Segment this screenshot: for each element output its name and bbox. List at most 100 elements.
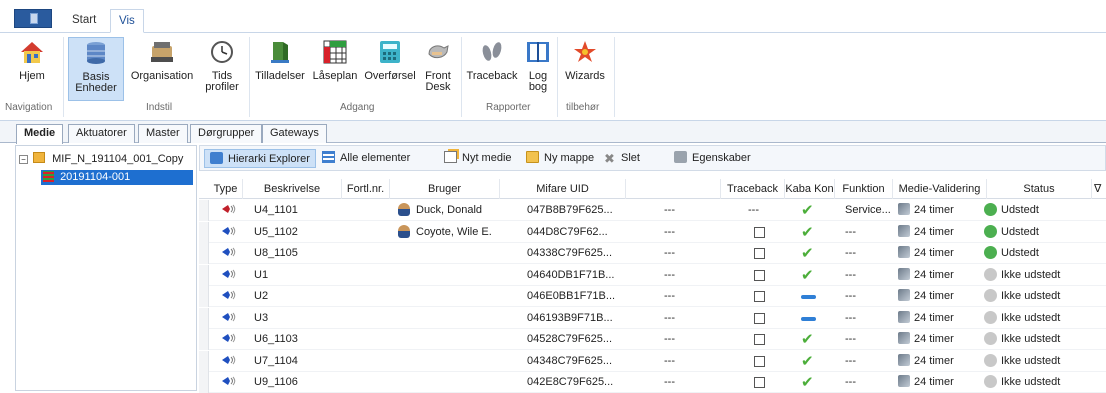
traceback-checkbox[interactable] xyxy=(754,312,765,324)
log-bog-button[interactable]: Log bog xyxy=(522,37,554,101)
tab-dorgrupper[interactable]: Dørgrupper xyxy=(190,124,263,143)
project-icon xyxy=(33,152,46,163)
tab-aktuatorer[interactable]: Aktuatorer xyxy=(68,124,135,143)
alle-elementer-button[interactable]: Alle elementer xyxy=(322,149,410,168)
cell-medie-validering: 24 timer xyxy=(898,265,986,286)
column-header-funktion[interactable]: Funktion xyxy=(835,179,893,199)
cell-bruger-label: Duck, Donald xyxy=(416,204,483,216)
overforsel-button[interactable]: Overførsel xyxy=(362,37,418,101)
row-header[interactable] xyxy=(199,264,209,286)
hierarchy-tree[interactable]: − MIF_N_191104_001_Copy 20191104-001 xyxy=(15,145,197,391)
tids-profiler-button[interactable]: Tids profiler xyxy=(199,37,245,101)
collapse-icon[interactable]: − xyxy=(19,155,28,164)
basis-enheder-button[interactable]: Basis Enheder xyxy=(68,37,124,101)
hourglass-icon xyxy=(898,353,910,366)
table-row[interactable]: U9_1106 042E8C79F625... --- ✔ --- 24 timer Ikk… xyxy=(199,372,1106,393)
tab-master[interactable]: Master xyxy=(138,124,188,143)
cell-traceback: --- xyxy=(748,204,759,216)
row-header[interactable] xyxy=(199,329,209,350)
traceback-checkbox[interactable] xyxy=(754,334,765,345)
folder-icon xyxy=(526,151,539,163)
table-row[interactable]: U7_1104 04348C79F625... --- ✔ --- 24 timer Ikk… xyxy=(199,350,1106,372)
traceback-checkbox[interactable] xyxy=(754,226,765,238)
cell-funktion: --- xyxy=(845,354,856,367)
traceback-checkbox[interactable] xyxy=(754,248,765,259)
egenskaber-button[interactable]: Egenskaber xyxy=(674,149,751,168)
tilladelser-label: Tilladelser xyxy=(255,70,305,82)
wizards-button[interactable]: Wizards xyxy=(560,37,610,101)
cell-beskrivelse: U4_1101 xyxy=(254,204,298,216)
column-header-mifare-uid[interactable]: Mifare UID xyxy=(500,179,626,199)
table-row[interactable]: U1 04640DB1F71B... --- ✔ --- 24 timer Ikke uds… xyxy=(199,264,1106,286)
traceback-checkbox[interactable] xyxy=(754,355,765,367)
column-header-beskrivelse[interactable]: Beskrivelse xyxy=(243,179,342,199)
tab-vis[interactable]: Vis xyxy=(110,9,144,33)
table-row[interactable]: U2 046E0BB1F71B... --- --- 24 timer Ikke udst… xyxy=(199,286,1106,307)
cell-bruger xyxy=(390,308,500,329)
tree-node-child[interactable]: 20191104-001 xyxy=(41,170,193,185)
row-header[interactable] xyxy=(199,372,209,393)
not-issued-badge-icon xyxy=(984,332,997,345)
row-header[interactable] xyxy=(199,200,209,221)
row-header[interactable] xyxy=(199,243,209,264)
column-header-kaba-kon[interactable]: Kaba Kon xyxy=(785,179,835,199)
hourglass-icon xyxy=(898,246,910,258)
front-desk-button[interactable]: Front Desk xyxy=(420,37,456,101)
check-icon: ✔ xyxy=(801,352,814,370)
media-type-icon xyxy=(221,372,243,393)
tab-gateways[interactable]: Gateways xyxy=(262,124,327,143)
group-separator xyxy=(63,37,64,117)
ribbon: Hjem Basis Enheder Organisation Tids pro… xyxy=(0,33,1106,121)
ny-mappe-label: Ny mappe xyxy=(544,152,595,164)
validering-label: 24 timer xyxy=(914,311,954,324)
validering-label: 24 timer xyxy=(914,204,954,216)
organisation-button[interactable]: Organisation xyxy=(127,37,197,101)
traceback-checkbox[interactable] xyxy=(754,269,765,281)
traceback-checkbox[interactable] xyxy=(754,291,765,302)
row-header[interactable] xyxy=(199,307,209,329)
entity-tab-strip: Medie Aktuatorer Master Dørgrupper Gatew… xyxy=(0,121,1106,144)
slet-button[interactable]: ✖ Slet xyxy=(603,149,640,168)
table-row[interactable]: U5_1102 Coyote, Wile E. 044D8C79F62... --- ✔… xyxy=(199,221,1106,243)
explorer-icon xyxy=(210,152,223,164)
media-type-icon xyxy=(221,200,243,221)
row-header[interactable] xyxy=(199,221,209,243)
column-header-fortlnr[interactable]: Fortl.nr. xyxy=(342,179,390,199)
nyt-medie-button[interactable]: Nyt medie xyxy=(444,149,512,168)
column-header-traceback[interactable]: Traceback xyxy=(721,179,785,199)
traceback-button[interactable]: Traceback xyxy=(464,37,520,101)
tab-medie[interactable]: Medie xyxy=(16,124,64,144)
column-header-type[interactable]: Type xyxy=(209,179,243,199)
table-row[interactable]: U3 046193B9F71B... --- --- 24 timer Ikke udst… xyxy=(199,307,1106,329)
column-header-bruger[interactable]: Bruger xyxy=(390,179,500,199)
filter-icon[interactable]: ∇ xyxy=(1094,182,1101,195)
cell-status: Ikke udstedt xyxy=(984,265,1094,286)
column-header-blank[interactable] xyxy=(626,179,721,199)
not-issued-badge-icon xyxy=(984,375,997,388)
row-header[interactable] xyxy=(199,350,209,372)
cell-medie-validering: 24 timer xyxy=(898,243,986,264)
application-menu-button[interactable] xyxy=(14,9,52,28)
hjem-button[interactable]: Hjem xyxy=(6,37,58,101)
table-row[interactable]: U4_1101 Duck, Donald 047B8B79F625... --- ---… xyxy=(199,200,1106,221)
table-row[interactable]: U6_1103 04528C79F625... --- ✔ --- 24 timer Ikk… xyxy=(199,329,1106,350)
traceback-checkbox[interactable] xyxy=(754,377,765,388)
media-type-icon xyxy=(221,308,243,329)
hierarki-explorer-button[interactable]: Hierarki Explorer xyxy=(204,149,316,168)
cell-beskrivelse: U7_1104 xyxy=(254,354,298,367)
tab-start[interactable]: Start xyxy=(64,9,104,33)
ny-mappe-button[interactable]: Ny mappe xyxy=(526,149,594,168)
wizards-label: Wizards xyxy=(565,70,605,82)
cell-blank-dash: --- xyxy=(664,204,675,216)
ribbon-tab-strip: Start Vis xyxy=(0,0,1106,33)
column-header-status[interactable]: Status xyxy=(987,179,1092,199)
table-row[interactable]: U8_1105 04338C79F625... --- ✔ --- 24 timer Uds… xyxy=(199,243,1106,264)
home-icon xyxy=(21,42,43,63)
cell-bruger xyxy=(390,265,500,286)
tilladelser-button[interactable]: Tilladelser xyxy=(252,37,308,101)
row-header[interactable] xyxy=(199,286,209,307)
laaseplan-button[interactable]: Låseplan xyxy=(310,37,360,101)
column-header-medie-validering[interactable]: Medie-Validering xyxy=(893,179,987,199)
tree-node-root[interactable]: − MIF_N_191104_001_Copy xyxy=(19,151,183,167)
cell-medie-validering: 24 timer xyxy=(898,351,986,372)
